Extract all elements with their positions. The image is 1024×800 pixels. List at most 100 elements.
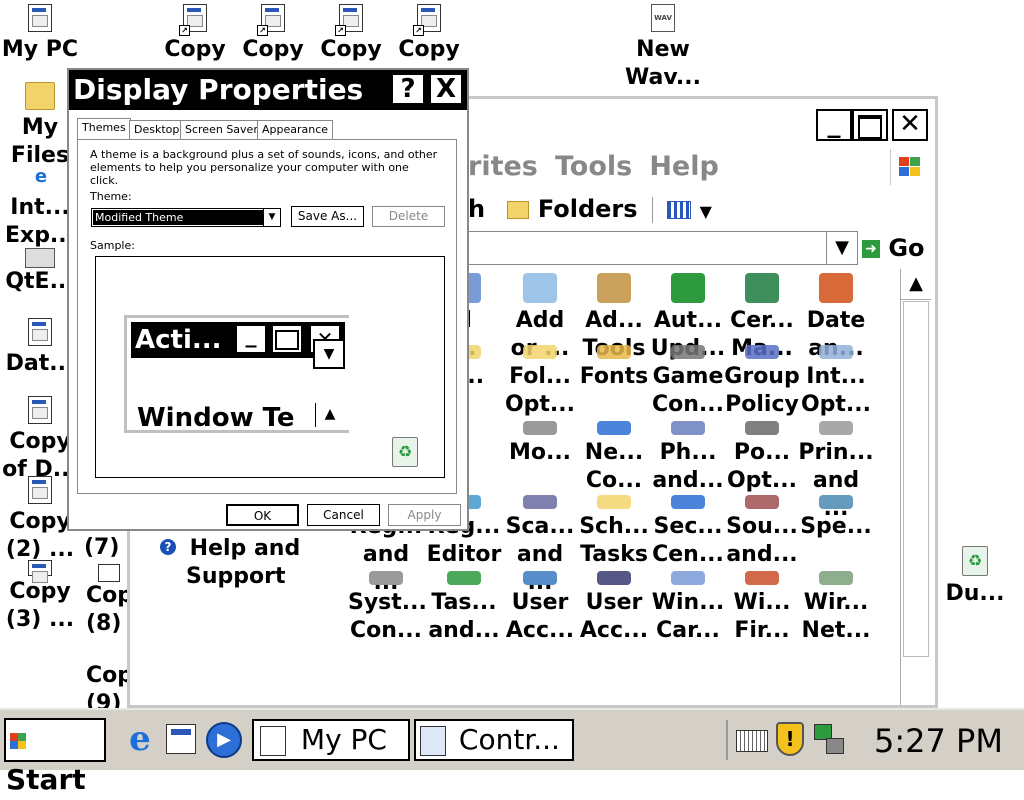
desktop-icon-copy-7[interactable]: (7) <box>84 534 119 562</box>
control-panel-item-label-2: Opt... <box>504 392 576 417</box>
computer-icon <box>26 4 54 34</box>
document-icon: ↗ <box>413 4 443 36</box>
theme-select[interactable]: Modified Theme ▼ <box>91 208 281 227</box>
control-panel-item-icon <box>597 273 631 303</box>
document-icon: ↗ <box>179 4 209 36</box>
views-button[interactable]: ▼ <box>667 195 712 223</box>
control-panel-item-icon <box>819 273 853 303</box>
chevron-down-icon[interactable]: ▼ <box>263 209 280 226</box>
ie-icon: e <box>34 166 48 187</box>
control-panel-item[interactable]: Tas... and... <box>426 571 502 645</box>
address-bar[interactable]: ▼ <box>468 231 858 265</box>
close-button[interactable]: X <box>429 73 463 105</box>
control-panel-item-label-2: Fir... <box>734 618 790 643</box>
control-panel-item[interactable]: Sch... Tasks <box>576 495 652 569</box>
control-panel-item[interactable]: Sec... Cen... <box>650 495 726 569</box>
taskbar-task-my-pc[interactable]: My PC <box>252 719 410 761</box>
control-panel-item[interactable]: Game Con... <box>650 345 726 419</box>
menu-tools[interactable]: Tools <box>555 151 632 182</box>
scroll-track[interactable] <box>903 301 929 657</box>
sample-minimize-icon: _ <box>235 324 267 354</box>
control-panel-item[interactable]: Mo... <box>502 421 578 467</box>
control-panel-item[interactable]: Int... Opt... <box>798 345 874 419</box>
help-and-support-link[interactable]: ? Help and Support <box>160 535 300 591</box>
control-panel-item-label: Group <box>724 364 800 389</box>
control-panel-item[interactable]: Po... Opt... <box>724 421 800 495</box>
tab-screen-saver[interactable]: Screen Saver <box>180 120 263 139</box>
taskbar-task-control-panel[interactable]: Contr... <box>414 719 574 761</box>
control-panel-item-label: Win... <box>651 590 725 615</box>
theme-select-value: Modified Theme <box>93 210 263 225</box>
control-panel-item-label: Sca... <box>505 514 575 539</box>
desktop-icon-copy-3-file[interactable]: Copy (3) ... <box>0 560 80 634</box>
network-icon[interactable] <box>814 724 844 756</box>
control-panel-item-icon <box>745 571 779 585</box>
control-panel-item[interactable]: Win... Car... <box>650 571 726 645</box>
media-player-icon[interactable]: ▶ <box>206 722 242 758</box>
security-shield-icon[interactable]: ! <box>776 722 804 756</box>
keyboard-icon[interactable] <box>736 730 768 752</box>
folders-button[interactable]: Folders <box>507 195 645 223</box>
control-panel-item-label-2: Net... <box>801 618 871 643</box>
control-panel-item[interactable]: Fonts <box>576 345 652 391</box>
document-icon <box>26 396 54 426</box>
control-panel-item[interactable]: Ne... Co... <box>576 421 652 495</box>
go-button[interactable]: ➜ Go <box>862 233 925 263</box>
control-panel-item-label-2: and... <box>726 542 798 567</box>
dialog-title-bar[interactable]: Display Properties ? X <box>69 70 467 110</box>
help-button[interactable]: ? <box>391 73 425 105</box>
sample-window-text: Window Te <box>137 403 295 433</box>
desktop-icon-copy-4[interactable]: ↗ Copy <box>389 4 469 64</box>
tab-themes[interactable]: Themes <box>77 118 131 139</box>
desktop-icon-new-wav[interactable]: WAV New Wav... <box>623 4 703 92</box>
control-panel-item-icon <box>745 421 779 435</box>
show-desktop-icon[interactable] <box>166 724 196 754</box>
control-panel-item[interactable]: Wi... Fir... <box>724 571 800 645</box>
minimize-button[interactable]: _ <box>816 109 852 141</box>
control-panel-item[interactable]: Ph... and... <box>650 421 726 495</box>
desktop-icon-copy-9[interactable]: Cop (9) <box>86 662 130 708</box>
delete-button[interactable]: Delete <box>372 206 445 227</box>
control-panel-item[interactable]: User Acc... <box>576 571 652 645</box>
desktop-icon-copy-8[interactable]: Cop (8) <box>86 564 130 638</box>
control-panel-item[interactable]: Sou... and... <box>724 495 800 569</box>
sample-maximize-icon <box>271 324 303 354</box>
maximize-button[interactable] <box>852 109 888 141</box>
control-panel-item[interactable]: Fol... Opt... <box>502 345 578 419</box>
desktop-icon-my-pc[interactable]: My PC <box>0 4 80 64</box>
menu-favorites[interactable]: rites <box>468 151 538 182</box>
control-panel-item-label-2: Policy <box>725 392 799 417</box>
control-panel-item[interactable]: Spe... <box>798 495 874 541</box>
control-panel-item-icon <box>447 571 481 585</box>
control-panel-item[interactable]: Syst... Con... <box>348 571 427 645</box>
search-button[interactable]: h <box>468 195 485 223</box>
desktop-icon-copy-1[interactable]: ↗ Copy <box>155 4 235 64</box>
document-icon: ↗ <box>257 4 287 36</box>
start-button[interactable]: Start <box>4 718 106 796</box>
sample-scroll-up-icon: ▲ <box>315 403 344 427</box>
vertical-scrollbar[interactable]: ▲ <box>900 269 931 705</box>
control-panel-icon <box>420 726 446 756</box>
control-panel-item-label: Date <box>806 308 866 333</box>
tab-appearance[interactable]: Appearance <box>257 120 334 139</box>
ie-quicklaunch-icon[interactable]: e <box>122 722 158 758</box>
ok-button[interactable]: OK <box>226 504 299 526</box>
control-panel-item[interactable]: Wir... Net... <box>798 571 874 645</box>
scroll-up-button[interactable]: ▲ <box>901 269 931 300</box>
cancel-button[interactable]: Cancel <box>307 504 380 526</box>
control-panel-item-label-2: Cen... <box>652 542 724 567</box>
apply-button[interactable]: Apply <box>388 504 461 526</box>
address-dropdown-button[interactable]: ▼ <box>826 232 857 264</box>
folder-icon <box>25 82 55 110</box>
control-panel-item[interactable]: User Acc... <box>502 571 578 645</box>
desktop-icon-copy-3[interactable]: ↗ Copy <box>311 4 391 64</box>
save-as-button[interactable]: Save As... <box>291 206 364 227</box>
clock[interactable]: 5:27 PM <box>874 722 1014 760</box>
desktop-icon-recycle-bin[interactable]: ♻ Du... <box>940 546 1010 608</box>
taskbar: Start e ▶ My PC Contr... ! 5:27 PM <box>0 708 1024 796</box>
desktop-icon-copy-2[interactable]: ↗ Copy <box>233 4 313 64</box>
menu-help[interactable]: Help <box>649 151 719 182</box>
control-panel-item[interactable]: Group Policy <box>724 345 800 419</box>
tab-desktop[interactable]: Desktop <box>129 120 185 139</box>
close-button[interactable]: ✕ <box>892 109 928 141</box>
